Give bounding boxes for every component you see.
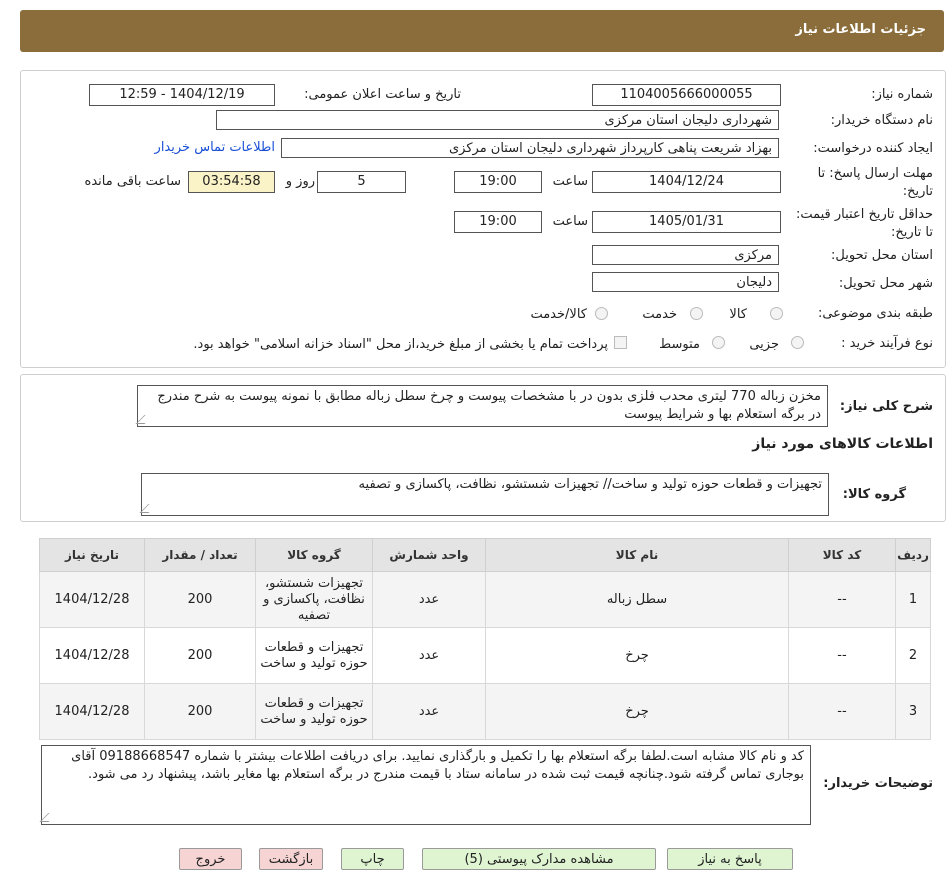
process-medium-radio[interactable] [712, 336, 725, 349]
goods-group-label: گروه کالا: [842, 487, 906, 502]
cell-need-date: 1404/12/28 [39, 683, 145, 740]
cell-goods-code: -- [788, 627, 896, 684]
province-label: استان محل تحویل: [831, 248, 933, 263]
announce-field: 1404/12/19 - 12:59 [89, 84, 275, 106]
payment-note: پرداخت تمام یا بخشی از مبلغ خرید،از محل … [193, 337, 608, 352]
validity-date-field: 1405/01/31 [592, 211, 781, 233]
table-row: 2 -- چرخ عدد تجهیزات و قطعات حوزه تولید … [39, 627, 931, 684]
process-partial-label: جزیی [749, 337, 779, 352]
back-button[interactable]: بازگشت [259, 848, 323, 870]
goods-group-textarea[interactable]: تجهیزات و قطعات حوزه تولید و ساخت// تجهی… [139, 473, 829, 516]
creator-field: بهزاد شریعت پناهی کارپرداز شهرداری دلیجا… [281, 138, 779, 158]
category-goods-label: کالا [729, 307, 747, 322]
category-label: طبقه بندی موضوعی: [817, 306, 933, 321]
deadline-date-field: 1404/12/24 [592, 171, 781, 193]
cell-goods-group: تجهیزات و قطعات حوزه تولید و ساخت [255, 683, 373, 740]
cell-unit: عدد [372, 627, 486, 684]
buyer-notes-text: کد و نام کالا مشابه است.لطفا برگه استعلا… [71, 749, 804, 782]
print-button[interactable]: چاپ [341, 848, 404, 870]
buyer-notes-textarea[interactable]: کد و نام کالا مشابه است.لطفا برگه استعلا… [39, 745, 811, 825]
category-both-radio[interactable] [595, 307, 608, 320]
table-header-row: ردیف کد کالا نام کالا واحد شمارش گروه کا… [39, 538, 931, 572]
cell-quantity: 200 [144, 683, 256, 740]
category-service-radio[interactable] [690, 307, 703, 320]
summary-label: شرح کلی نیاز: [839, 399, 933, 414]
cell-goods-name: سطل زباله [485, 571, 789, 628]
buyer-org-field: شهرداری دلیجان استان مرکزی [216, 110, 779, 130]
table-row: 1 -- سطل زباله عدد تجهیزات شستشو، نظافت،… [39, 571, 931, 628]
col-row-number: ردیف [895, 538, 931, 572]
col-goods-name: نام کالا [485, 538, 789, 572]
cell-row-number: 3 [895, 683, 931, 740]
resize-grip-icon[interactable] [39, 813, 58, 822]
cell-unit: عدد [372, 683, 486, 740]
treasury-payment-checkbox[interactable] [614, 336, 627, 349]
col-goods-code: کد کالا [788, 538, 896, 572]
cell-row-number: 1 [895, 571, 931, 628]
cell-goods-code: -- [788, 571, 896, 628]
buyer-contact-link[interactable]: اطلاعات تماس خریدار [155, 140, 275, 155]
category-service-label: خدمت [642, 307, 677, 322]
col-unit: واحد شمارش [372, 538, 486, 572]
need-number-field: 1104005666000055 [592, 84, 781, 106]
creator-label: ایجاد کننده درخواست: [813, 141, 933, 156]
process-medium-label: متوسط [659, 337, 700, 352]
province-field: مرکزی [592, 245, 779, 265]
cell-goods-name: چرخ [485, 627, 789, 684]
need-number-label: شماره نیاز: [871, 87, 933, 102]
process-label: نوع فرآیند خرید : [841, 336, 933, 351]
col-need-date: تاریخ نیاز [39, 538, 145, 572]
exit-button[interactable]: خروج [179, 848, 242, 870]
summary-text: مخزن زباله 770 لیتری محدب فلزی بدون در ب… [157, 389, 821, 422]
remaining-time-field: 03:54:58 [188, 171, 275, 193]
city-field: دلیجان [592, 272, 779, 292]
cell-quantity: 200 [144, 571, 256, 628]
validity-time-label: ساعت [552, 214, 588, 229]
deadline-label: مهلت ارسال پاسخ: تا تاریخ: [817, 166, 933, 199]
cell-unit: عدد [372, 571, 486, 628]
resize-grip-icon[interactable] [139, 504, 158, 513]
announce-label: تاریخ و ساعت اعلان عمومی: [304, 87, 461, 102]
days-field: 5 [317, 171, 406, 193]
goods-group-text: تجهیزات و قطعات حوزه تولید و ساخت// تجهی… [358, 477, 822, 492]
days-label: روز و [285, 174, 315, 189]
col-quantity: تعداد / مقدار [144, 538, 256, 572]
cell-need-date: 1404/12/28 [39, 627, 145, 684]
resize-grip-icon[interactable] [135, 415, 154, 424]
goods-info-title: اطلاعات کالاهای مورد نیاز [752, 436, 933, 452]
view-attachments-button[interactable]: مشاهده مدارک پیوستی (5) [422, 848, 656, 870]
goods-table: ردیف کد کالا نام کالا واحد شمارش گروه کا… [39, 538, 931, 740]
validity-time-field: 19:00 [454, 211, 542, 233]
cell-goods-group: تجهیزات شستشو، نظافت، پاکسازی و تصفیه [255, 571, 373, 628]
buyer-org-label: نام دستگاه خریدار: [830, 113, 933, 128]
category-goods-radio[interactable] [770, 307, 783, 320]
summary-textarea[interactable]: مخزن زباله 770 لیتری محدب فلزی بدون در ب… [135, 385, 828, 427]
reply-button[interactable]: پاسخ به نیاز [667, 848, 793, 870]
cell-need-date: 1404/12/28 [39, 571, 145, 628]
city-label: شهر محل تحویل: [838, 276, 933, 291]
table-row: 3 -- چرخ عدد تجهیزات و قطعات حوزه تولید … [39, 683, 931, 740]
deadline-time-field: 19:00 [454, 171, 542, 193]
remaining-label: ساعت باقی مانده [84, 174, 181, 189]
cell-row-number: 2 [895, 627, 931, 684]
validity-label: حداقل تاریخ اعتبار قیمت: تا تاریخ: [795, 207, 933, 240]
page-header: جزئیات اطلاعات نیاز [20, 10, 944, 52]
cell-goods-name: چرخ [485, 683, 789, 740]
cell-goods-group: تجهیزات و قطعات حوزه تولید و ساخت [255, 627, 373, 684]
cell-quantity: 200 [144, 627, 256, 684]
deadline-time-label: ساعت [552, 174, 588, 189]
page-title: جزئیات اطلاعات نیاز [795, 22, 926, 37]
category-both-label: کالا/خدمت [530, 307, 587, 322]
col-goods-group: گروه کالا [255, 538, 373, 572]
buyer-notes-label: توضیحات خریدار: [823, 776, 933, 791]
cell-goods-code: -- [788, 683, 896, 740]
process-partial-radio[interactable] [791, 336, 804, 349]
